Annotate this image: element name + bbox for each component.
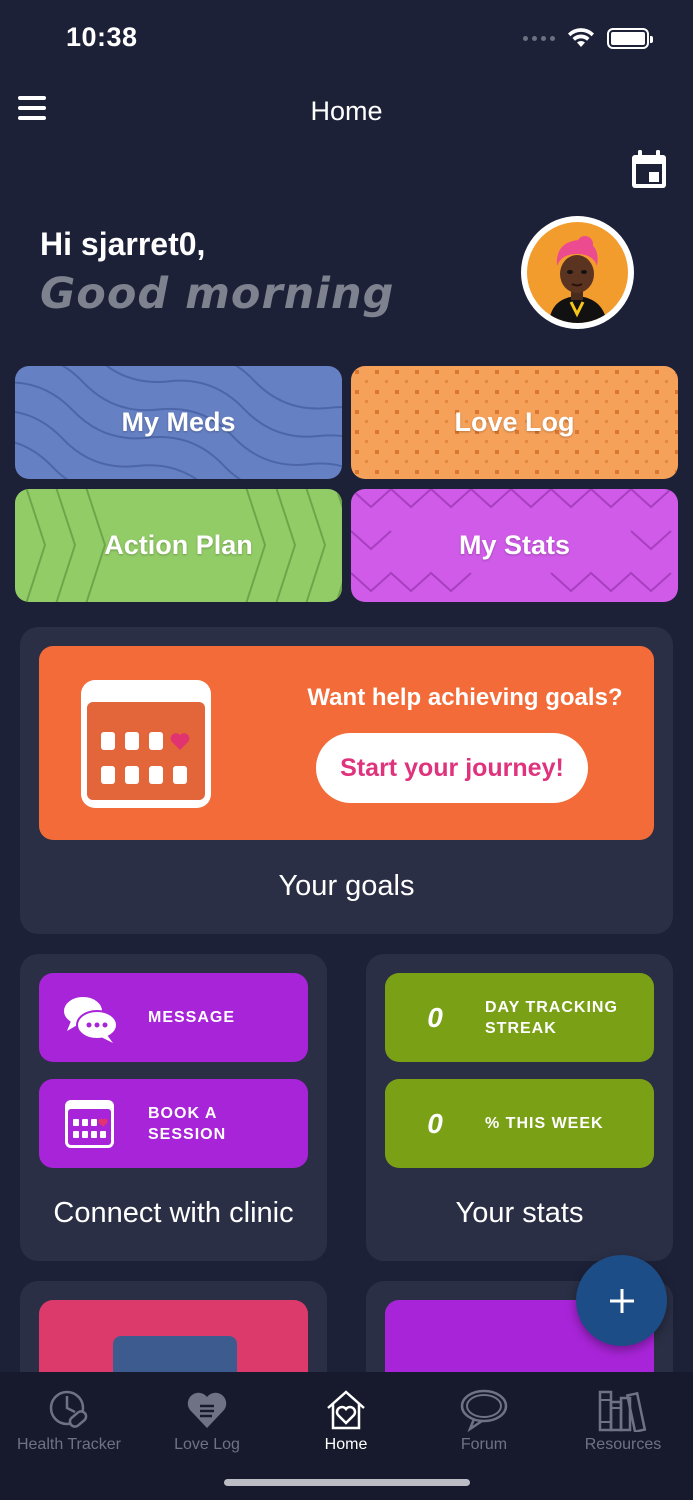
- clinic-card: MESSAGE BOOK A SESSION Connect with clin…: [20, 954, 327, 1261]
- wifi-icon: [568, 28, 594, 47]
- battery-icon: [607, 28, 653, 49]
- clinic-title: Connect with clinic: [53, 1197, 294, 1229]
- message-button[interactable]: MESSAGE: [39, 973, 308, 1062]
- tab-forum[interactable]: Forum: [415, 1388, 553, 1454]
- books-icon: [598, 1390, 647, 1432]
- book-calendar-icon: [65, 1099, 114, 1148]
- book-session-button[interactable]: BOOK A SESSION: [39, 1079, 308, 1168]
- my-stats-tile[interactable]: My Stats: [351, 489, 678, 602]
- calendar-heart-icon: [81, 680, 211, 808]
- tab-home[interactable]: Home: [277, 1388, 415, 1454]
- status-bar: 10:38: [0, 0, 693, 80]
- tab-health-tracker-label: Health Tracker: [16, 1436, 122, 1453]
- home-screen: 10:38 Home Hi sjarret0, Good morning My …: [0, 0, 693, 1500]
- avatar[interactable]: [521, 216, 634, 329]
- stats-title: Your stats: [455, 1197, 584, 1229]
- goals-card: Want help achieving goals? Start your jo…: [20, 627, 673, 934]
- start-journey-button[interactable]: Start your journey!: [316, 733, 588, 803]
- book-session-line2: SESSION: [148, 1125, 227, 1143]
- streak-value: 0: [427, 1001, 443, 1033]
- greeting: Hi sjarret0, Good morning: [40, 226, 394, 319]
- plus-icon: [609, 1288, 634, 1313]
- message-icon: [62, 994, 118, 1043]
- book-session-line1: BOOK A: [148, 1104, 218, 1122]
- my-meds-label: My Meds: [121, 407, 236, 437]
- streak-line1: DAY TRACKING: [485, 998, 618, 1016]
- action-plan-label: Action Plan: [104, 530, 253, 560]
- heart-icon: [187, 1392, 227, 1428]
- health-tracker-icon: [49, 1390, 88, 1428]
- tab-health-tracker[interactable]: Health Tracker: [0, 1388, 138, 1454]
- streak-line2: STREAK: [485, 1019, 557, 1037]
- love-log-label: Love Log: [454, 407, 575, 437]
- stats-card: 0 DAY TRACKING STREAK 0 % THIS WEEK Your…: [366, 954, 673, 1261]
- tab-resources-label: Resources: [584, 1436, 662, 1453]
- status-icons: [523, 28, 653, 49]
- calendar-icon[interactable]: [629, 150, 669, 190]
- week-label: % THIS WEEK: [485, 1115, 604, 1132]
- tab-love-log-label: Love Log: [174, 1436, 240, 1453]
- my-stats-label: My Stats: [458, 530, 571, 560]
- home-icon: [327, 1390, 365, 1430]
- streak-stat[interactable]: 0 DAY TRACKING STREAK: [385, 973, 654, 1062]
- tab-resources[interactable]: Resources: [554, 1388, 692, 1454]
- tab-love-log[interactable]: Love Log: [138, 1388, 276, 1454]
- tab-home-label: Home: [324, 1436, 368, 1453]
- tab-forum-label: Forum: [460, 1436, 508, 1453]
- greeting-hello: Hi sjarret0,: [40, 226, 206, 262]
- status-time: 10:38: [66, 22, 138, 52]
- goals-question: Want help achieving goals?: [307, 684, 623, 711]
- avatar-illustration: [549, 236, 607, 323]
- my-meds-tile[interactable]: My Meds: [15, 366, 342, 479]
- nav-header: Home: [0, 84, 693, 140]
- goals-title: Your goals: [278, 870, 415, 902]
- message-label: MESSAGE: [148, 1009, 236, 1026]
- love-log-tile[interactable]: Love Log: [351, 366, 678, 479]
- greeting-salutation: Good morning: [40, 269, 395, 319]
- home-indicator: [224, 1479, 470, 1486]
- week-value: 0: [427, 1107, 443, 1139]
- chat-bubble-icon: [460, 1389, 508, 1432]
- week-stat[interactable]: 0 % THIS WEEK: [385, 1079, 654, 1168]
- add-fab-button[interactable]: [576, 1255, 667, 1346]
- goals-banner: Want help achieving goals? Start your jo…: [39, 646, 654, 840]
- page-title: Home: [310, 96, 383, 126]
- action-plan-tile[interactable]: Action Plan: [15, 489, 342, 602]
- signal-icon: [523, 36, 555, 41]
